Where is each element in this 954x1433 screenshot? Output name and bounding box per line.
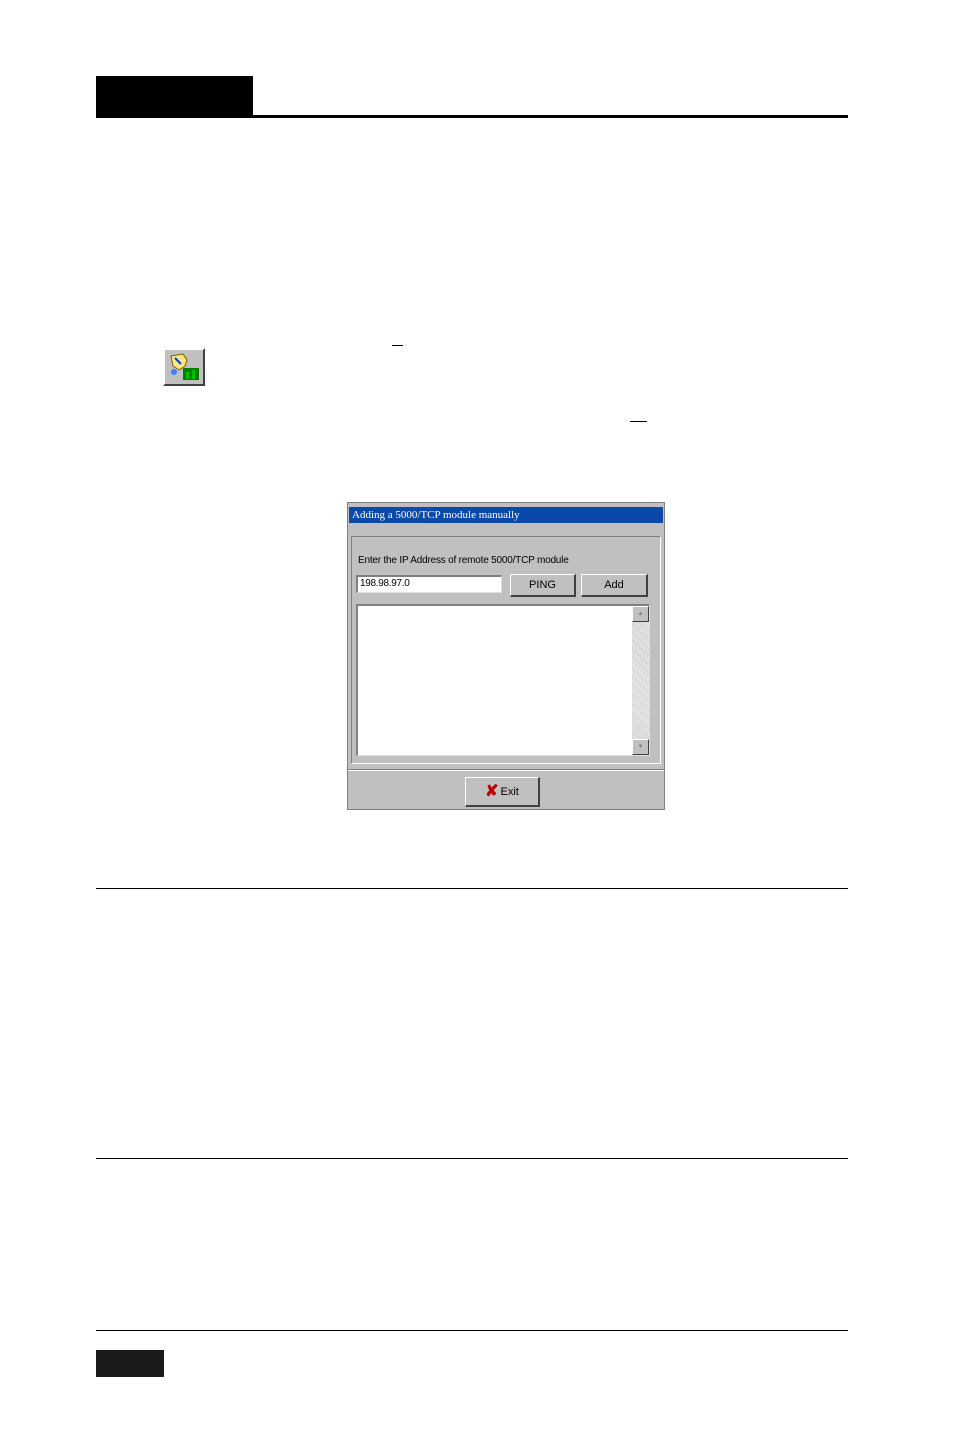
ip-address-input[interactable]: 198.98.97.0 [356, 575, 502, 593]
accelerator-mark [392, 345, 403, 346]
vertical-scrollbar[interactable]: ▲ ▼ [632, 606, 649, 755]
header-rule [96, 115, 848, 118]
footer-tab [96, 1350, 164, 1377]
footer-rule [96, 1330, 848, 1331]
arrow-up-icon[interactable]: ▲ [632, 606, 649, 622]
add-module-dialog: Adding a 5000/TCP module manually Enter … [347, 502, 665, 810]
accelerator-mark [630, 421, 647, 422]
dialog-title: Adding a 5000/TCP module manually [349, 507, 663, 523]
exit-button[interactable]: ✘ Exit [465, 777, 540, 807]
header-tab [96, 76, 253, 117]
ip-prompt-label: Enter the IP Address of remote 5000/TCP … [358, 555, 569, 566]
arrow-down-icon[interactable]: ▼ [632, 739, 649, 755]
exit-label: Exit [500, 786, 519, 798]
add-button[interactable]: Add [581, 574, 648, 597]
red-x-icon: ✘ [485, 783, 499, 801]
section-rule [96, 1158, 848, 1159]
log-textarea[interactable]: ▲ ▼ [356, 604, 650, 756]
section-rule [96, 888, 848, 889]
add-module-icon[interactable] [163, 348, 205, 386]
ping-button[interactable]: PING [510, 574, 576, 597]
dialog-separator [348, 769, 664, 771]
